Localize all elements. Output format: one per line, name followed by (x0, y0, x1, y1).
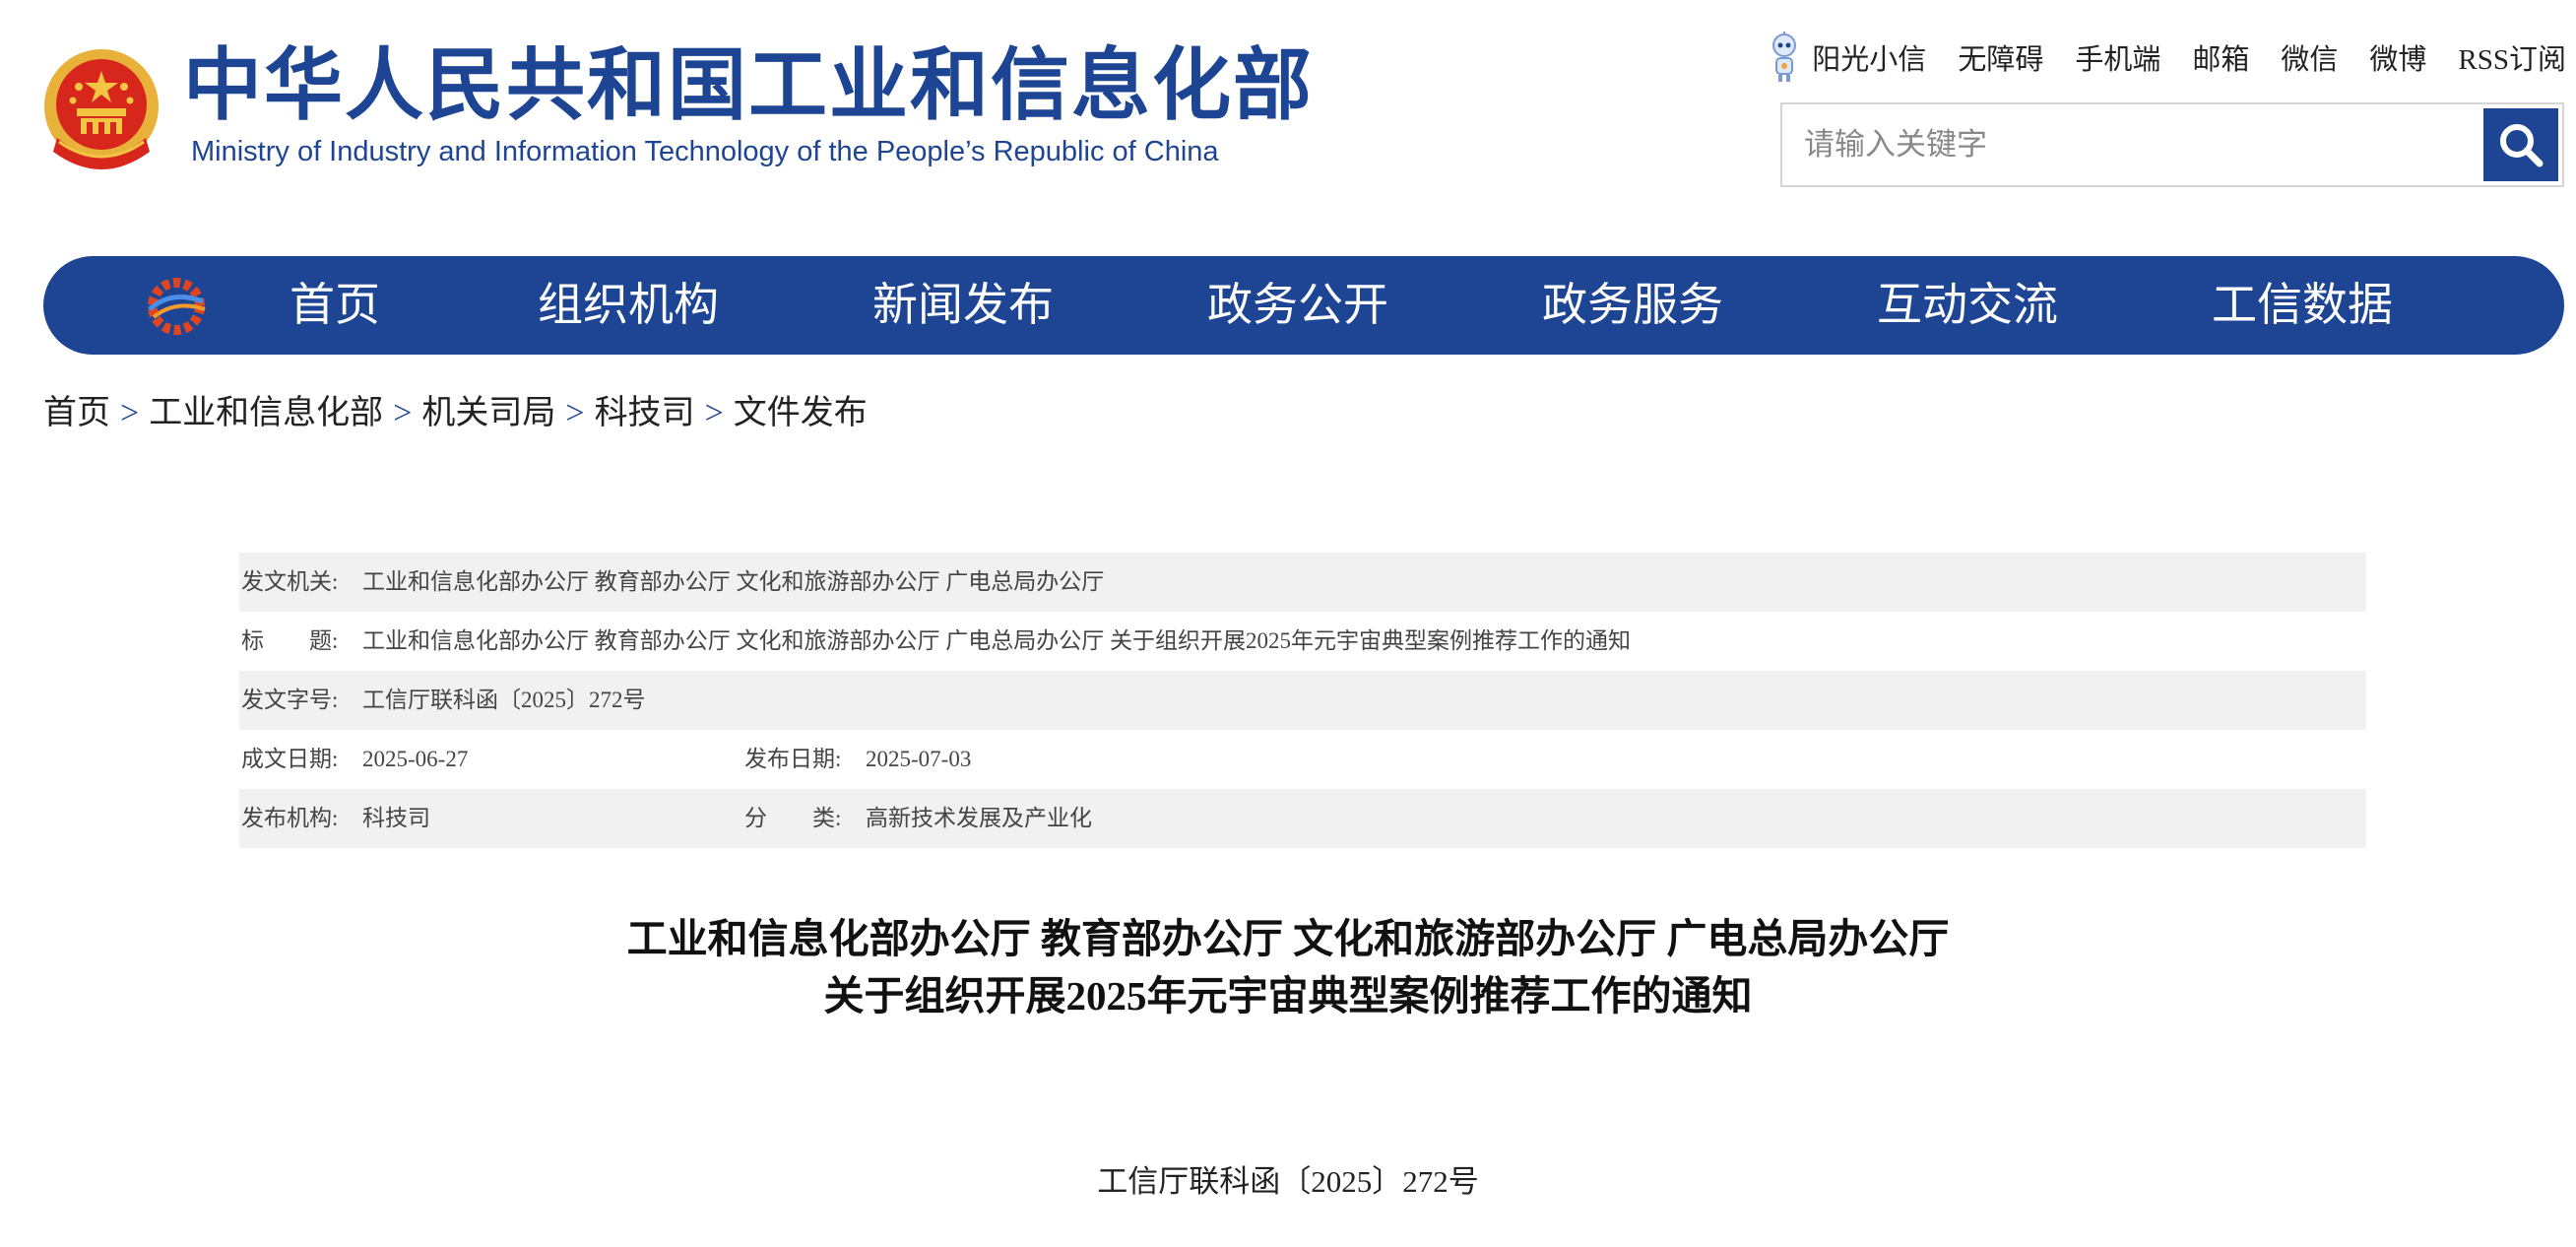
link-sunshine-xiaoxin[interactable]: 阳光小信 (1812, 36, 1926, 78)
link-rss[interactable]: RSS订阅 (2458, 36, 2566, 78)
link-weibo[interactable]: 微博 (2369, 36, 2426, 78)
document-meta-table: 发文机关: 工业和信息化部办公厅 教育部办公厅 文化和旅游部办公厅 广电总局办公… (239, 553, 2366, 848)
search-box (1780, 102, 2564, 187)
publisher-value: 科技司 (362, 806, 430, 830)
doc-number-label: 发文字号: (241, 688, 339, 712)
breadcrumb-ministry[interactable]: 工业和信息化部 (149, 395, 383, 431)
publish-date-label: 发布日期: (744, 747, 842, 771)
national-emblem-icon[interactable] (39, 43, 163, 177)
document-title-line-2: 关于组织开展2025年元宇宙典型案例推荐工作的通知 (823, 973, 1753, 1018)
breadcrumb: 首页 > 工业和信息化部 > 机关司局 > 科技司 > 文件发布 (43, 388, 868, 439)
site-logo-title[interactable]: 中华人民共和国工业和信息化部 (183, 39, 1314, 132)
publish-date-value: 2025-07-03 (866, 747, 972, 771)
breadcrumb-separator: > (565, 395, 585, 431)
breadcrumb-separator: > (393, 395, 413, 431)
site-header: 中华人民共和国工业和信息化部 Ministry of Industry and … (0, 0, 2576, 227)
search-icon (2500, 124, 2544, 167)
written-date-value: 2025-06-27 (362, 747, 469, 771)
breadcrumb-separator: > (704, 395, 724, 431)
issuer-label: 发文机关: (241, 569, 339, 594)
breadcrumb-file-release[interactable]: 文件发布 (734, 395, 868, 431)
meta-row-publisher: 发布机构: 科技司 分 类: 高新技术发展及产业化 (239, 789, 2366, 848)
breadcrumb-departments[interactable]: 机关司局 (421, 395, 555, 431)
nav-home[interactable]: 首页 (290, 256, 380, 355)
nav-government-affairs[interactable]: 政务公开 (1207, 256, 1388, 355)
breadcrumb-home[interactable]: 首页 (43, 395, 110, 431)
publisher-label: 发布机构: (241, 806, 339, 830)
nav-interaction[interactable]: 互动交流 (1877, 256, 2058, 355)
title-value: 工业和信息化部办公厅 教育部办公厅 文化和旅游部办公厅 广电总局办公厅 关于组织… (362, 628, 1631, 653)
meta-row-issuer: 发文机关: 工业和信息化部办公厅 教育部办公厅 文化和旅游部办公厅 广电总局办公… (239, 553, 2366, 612)
document-title: 工业和信息化部办公厅 教育部办公厅 文化和旅游部办公厅 广电总局办公厅 关于组织… (0, 910, 2576, 1024)
top-links: 阳光小信 无障碍 手机端 邮箱 微信 微博 RSS订阅 (1767, 32, 2566, 83)
written-date-label: 成文日期: (241, 747, 339, 771)
nav-organization[interactable]: 组织机构 (538, 256, 719, 355)
breadcrumb-science-tech[interactable]: 科技司 (595, 395, 695, 431)
meta-row-doc-number: 发文字号: 工信厅联科函〔2025〕272号 (239, 671, 2366, 730)
nav-data[interactable]: 工信数据 (2212, 256, 2393, 355)
breadcrumb-separator: > (120, 395, 140, 431)
category-value: 高新技术发展及产业化 (866, 806, 1092, 830)
search-button[interactable] (2483, 108, 2558, 181)
link-mailbox[interactable]: 邮箱 (2192, 36, 2249, 78)
title-label: 标 题: (241, 628, 339, 653)
meta-row-dates: 成文日期: 2025-06-27 发布日期: 2025-07-03 (239, 730, 2366, 789)
robot-icon[interactable] (1767, 32, 1802, 83)
meta-row-title: 标 题: 工业和信息化部办公厅 教育部办公厅 文化和旅游部办公厅 广电总局办公厅… (239, 612, 2366, 671)
miit-gear-logo-icon[interactable] (142, 272, 211, 341)
site-logo-subtitle[interactable]: Ministry of Industry and Information Tec… (191, 134, 1219, 169)
issuer-value: 工业和信息化部办公厅 教育部办公厅 文化和旅游部办公厅 广电总局办公厅 (362, 569, 1105, 594)
doc-number-value: 工信厅联科函〔2025〕272号 (362, 688, 646, 712)
link-accessibility[interactable]: 无障碍 (1958, 36, 2043, 78)
category-label: 分 类: (744, 806, 842, 830)
document-title-line-1: 工业和信息化部办公厅 教育部办公厅 文化和旅游部办公厅 广电总局办公厅 (626, 916, 1950, 961)
document-number: 工信厅联科函〔2025〕272号 (1097, 1164, 1479, 1199)
main-nav: 首页 组织机构 新闻发布 政务公开 政务服务 互动交流 工信数据 (43, 256, 2564, 355)
nav-government-services[interactable]: 政务服务 (1542, 256, 1723, 355)
nav-news[interactable]: 新闻发布 (872, 256, 1054, 355)
search-input[interactable] (1782, 104, 2481, 185)
link-wechat[interactable]: 微信 (2281, 36, 2338, 78)
link-mobile[interactable]: 手机端 (2075, 36, 2160, 78)
